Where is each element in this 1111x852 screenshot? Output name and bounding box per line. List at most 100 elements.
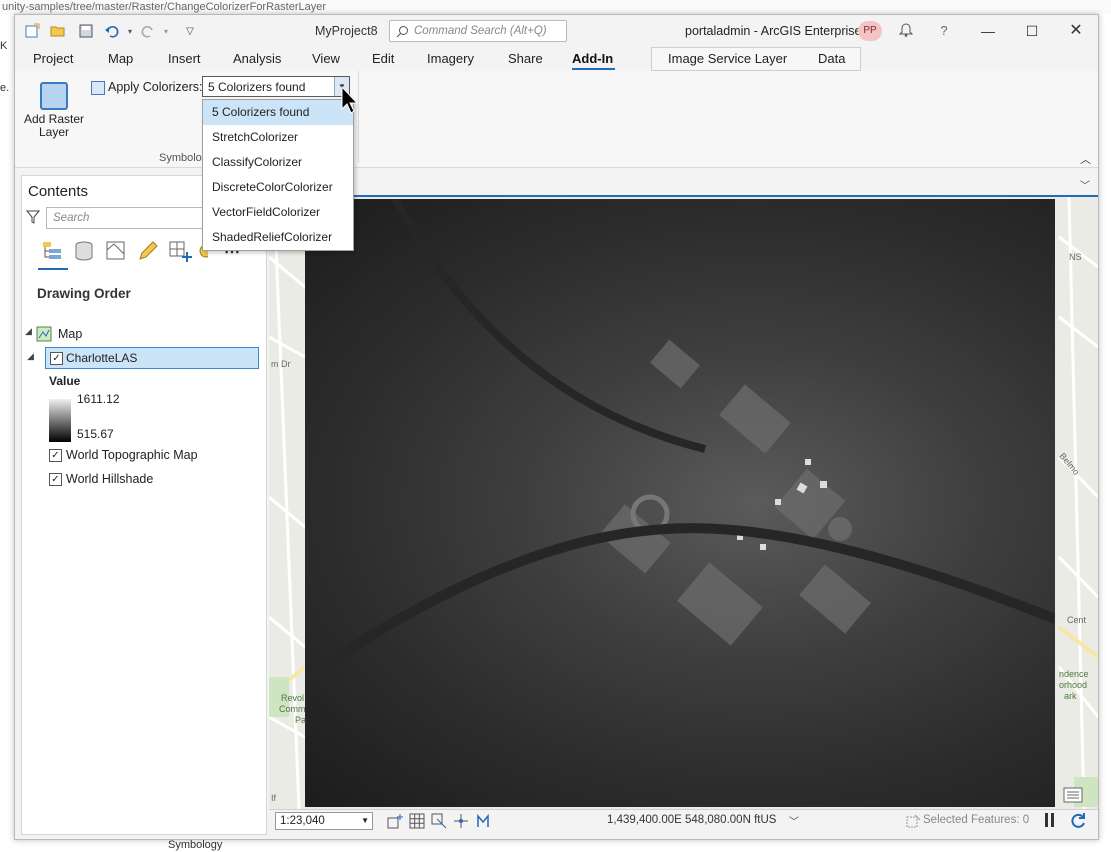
map-label-ark: ark [1064, 691, 1077, 701]
command-search-input[interactable]: Command Search (Alt+Q) [389, 20, 567, 42]
save-project-icon[interactable] [77, 22, 95, 40]
crosshair-icon[interactable] [453, 813, 469, 829]
map-scale-dropdown[interactable]: 1:23,040 ▼ [275, 812, 373, 830]
charlottelas-raster [302, 197, 1057, 807]
open-project-icon[interactable] [49, 22, 67, 40]
chevron-down-icon[interactable]: ▼ [361, 816, 369, 825]
pause-icon-bar [1051, 813, 1054, 827]
customize-quick-access-icon[interactable]: ▽ [181, 22, 199, 40]
tab-share[interactable]: Share [508, 51, 543, 66]
legend-title: Value [49, 374, 81, 388]
pause-icon[interactable] [1045, 813, 1048, 827]
layer-visibility-checkbox[interactable]: ✓ [49, 449, 62, 462]
legend-high-value: 1611.12 [77, 392, 120, 406]
contents-search-input[interactable]: Search [46, 207, 206, 229]
tab-analysis[interactable]: Analysis [233, 51, 281, 66]
tab-edit[interactable]: Edit [372, 51, 394, 66]
list-by-data-source-icon[interactable] [72, 240, 96, 262]
layer-visibility-checkbox[interactable]: ✓ [49, 473, 62, 486]
notifications-bell-icon[interactable] [895, 21, 917, 41]
layer-name: CharlotteLAS [66, 351, 138, 365]
layer-row-charlottelas[interactable]: ◢ ✓ CharlotteLAS [27, 347, 259, 369]
dropdown-item-discrete-color[interactable]: DiscreteColorColorizer [203, 175, 353, 200]
close-button[interactable]: ✕ [1065, 21, 1087, 41]
dropdown-item-colorizers-found[interactable]: 5 Colorizers found [203, 100, 353, 125]
map-label: Map [58, 327, 83, 341]
fixed-zoom-icon[interactable] [387, 813, 403, 829]
chevron-down-icon[interactable]: ﹀ [1080, 177, 1090, 192]
colorizers-dropdown-list: 5 Colorizers found StretchColorizer Clas… [202, 99, 354, 251]
tab-imagery[interactable]: Imagery [427, 51, 474, 66]
map-icon [36, 326, 52, 342]
portal-signin-status[interactable]: portaladmin - ArcGIS Enterprise [685, 24, 861, 38]
tree-row-map[interactable]: ◢ Map [22, 323, 252, 345]
background-left-edge-k: K [0, 40, 8, 52]
minimize-button[interactable]: — [977, 21, 999, 41]
map-canvas[interactable]: m Dr Revol Comm Pa If NS Belmo Cent nden… [269, 197, 1098, 809]
grid-icon[interactable] [409, 813, 425, 829]
maximize-button[interactable]: ☐ [1021, 21, 1043, 41]
tab-project[interactable]: Project [33, 51, 73, 66]
apply-colorizers-label: Apply Colorizers: [108, 80, 203, 94]
background-symbology-tab: Symbology [168, 839, 223, 851]
help-icon[interactable]: ? [933, 21, 955, 41]
map-status-bar: 1:23,040 ▼ 1,439,400.00E 548,080.00N ftU… [269, 809, 1098, 832]
selected-features-count: Selected Features: 0 [923, 814, 1030, 826]
rotation-icon[interactable] [475, 813, 491, 829]
filter-icon[interactable] [26, 210, 40, 224]
map-label-comm: Comm [279, 704, 306, 714]
contents-title: Contents [28, 183, 89, 200]
layer-visibility-checkbox[interactable]: ✓ [50, 352, 63, 365]
tab-insert[interactable]: Insert [168, 51, 201, 66]
contents-search-placeholder: Search [53, 212, 90, 224]
search-icon [396, 26, 408, 38]
collapse-triangle-icon[interactable]: ◢ [25, 326, 32, 337]
drawing-order-heading: Drawing Order [37, 286, 131, 301]
map-label-ndence: ndence [1059, 669, 1089, 679]
dropdown-item-vector-field[interactable]: VectorFieldColorizer [203, 200, 353, 225]
dropdown-item-shaded-relief[interactable]: ShadedReliefColorizer [203, 225, 353, 250]
dropdown-item-stretch[interactable]: StretchColorizer [203, 125, 353, 150]
list-by-drawing-order-icon[interactable] [40, 240, 64, 262]
background-bottom-strip [0, 838, 1111, 852]
user-avatar[interactable]: PP [858, 21, 882, 41]
colorizers-combobox-value: 5 Colorizers found [208, 80, 306, 94]
cursor-coordinates: 1,439,400.00E 548,080.00N ftUS [607, 814, 777, 826]
undo-icon[interactable] [103, 22, 121, 40]
redo-dropdown-icon[interactable]: ▾ [157, 22, 175, 40]
map-label-orhood: orhood [1059, 680, 1088, 690]
new-project-icon[interactable] [23, 22, 41, 40]
layer-row-world-topographic[interactable]: ✓ World Topographic Map [22, 444, 252, 466]
add-raster-layer-button[interactable]: Add Raster Layer [19, 113, 89, 139]
list-by-editing-icon[interactable] [136, 240, 160, 262]
colorizers-combobox[interactable]: 5 Colorizers found ▼ [202, 76, 350, 97]
dropdown-item-classify[interactable]: ClassifyColorizer [203, 150, 353, 175]
undo-dropdown-icon[interactable]: ▾ [121, 22, 139, 40]
map-overflow-icon[interactable] [1063, 787, 1083, 805]
chevron-down-icon[interactable]: ﹀ [789, 813, 799, 828]
map-scale-value: 1:23,040 [280, 815, 325, 827]
tab-data[interactable]: Data [818, 51, 845, 66]
list-by-selection-icon[interactable] [104, 240, 128, 262]
layer-row-world-hillshade[interactable]: ✓ World Hillshade [22, 468, 252, 490]
list-by-snapping-icon[interactable] [168, 240, 192, 262]
collapse-ribbon-icon[interactable]: ︿ [1080, 151, 1091, 167]
tab-image-service-layer[interactable]: Image Service Layer [668, 51, 787, 66]
apply-colorizers-checkbox[interactable] [91, 81, 105, 95]
add-raster-label-line2: Layer [38, 125, 70, 139]
add-raster-layer-icon[interactable] [40, 82, 68, 110]
tab-view[interactable]: View [312, 51, 340, 66]
map-label-if: If [271, 793, 277, 803]
project-name: MyProject8 [315, 24, 378, 38]
collapse-triangle-icon[interactable]: ◢ [27, 351, 34, 362]
map-view-tab-strip: ﹀ [269, 175, 1098, 197]
tab-map[interactable]: Map [108, 51, 133, 66]
ribbon-panel: Add Raster Layer Apply Colorizers: 5 Col… [15, 71, 1098, 168]
refresh-icon[interactable] [1069, 812, 1087, 830]
snapping-icon[interactable] [431, 813, 447, 829]
background-browser-url: unity-samples/tree/master/Raster/ChangeC… [0, 0, 1111, 14]
map-label-m-dr: m Dr [271, 359, 291, 369]
command-search-placeholder: Command Search (Alt+Q) [414, 25, 547, 37]
tab-add-in[interactable]: Add-In [572, 51, 613, 66]
redo-icon[interactable] [139, 22, 157, 40]
